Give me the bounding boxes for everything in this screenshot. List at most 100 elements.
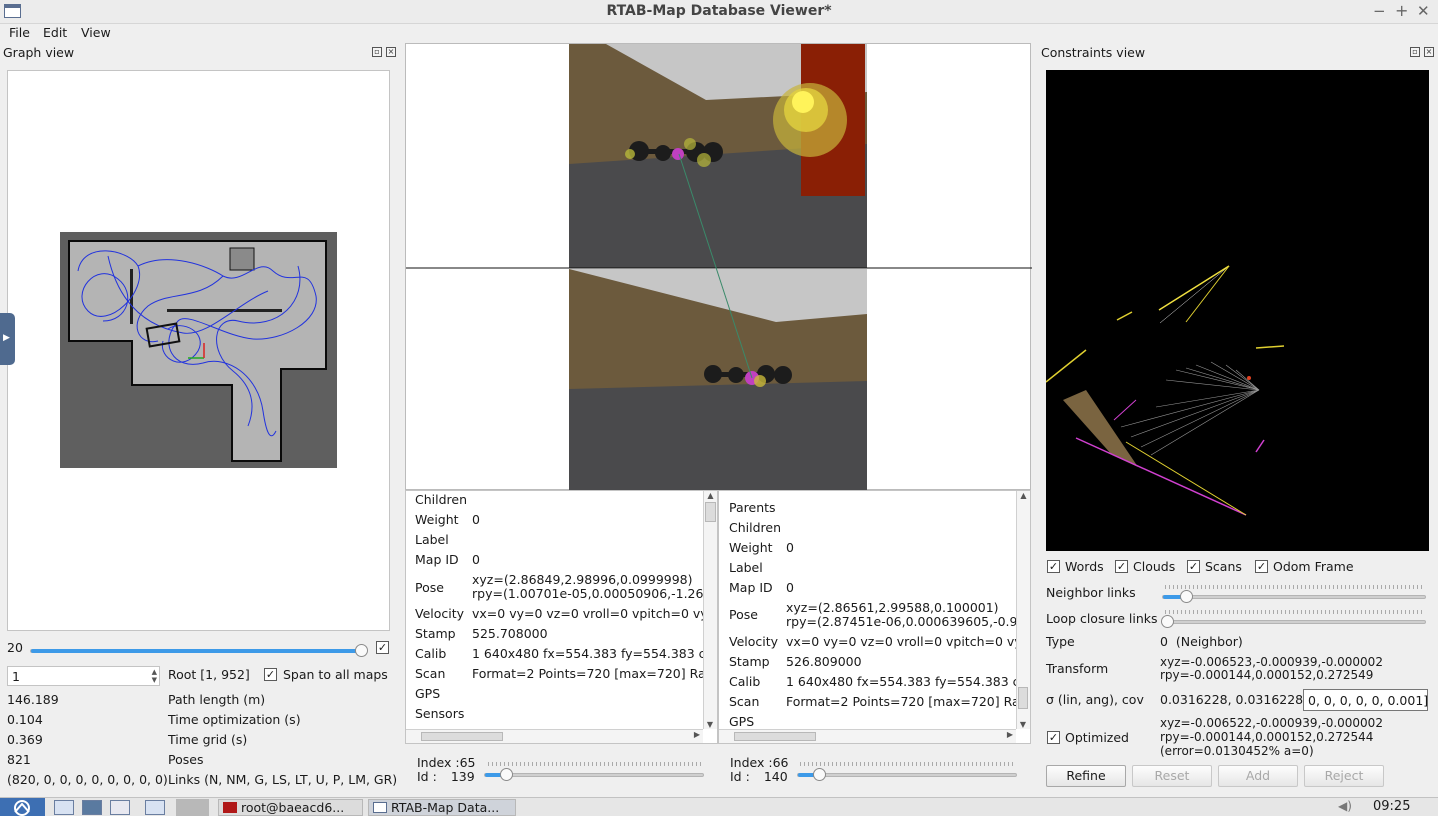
span-checkbox[interactable]: ✓ xyxy=(264,668,277,681)
index-label: Index : xyxy=(417,755,460,770)
graph-slider-handle[interactable] xyxy=(355,644,368,657)
maximize-icon[interactable]: + xyxy=(1395,1,1408,20)
terminal-launcher-icon[interactable] xyxy=(82,800,102,815)
type-label: Type xyxy=(1046,634,1075,649)
camera-images xyxy=(406,44,1032,491)
info-label: Pose xyxy=(729,607,758,622)
left-index-slider-handle[interactable] xyxy=(500,768,513,781)
index-value: 66 xyxy=(772,755,789,770)
info-value: 0 xyxy=(786,580,794,595)
graph-view-close-icon[interactable]: × xyxy=(386,47,396,57)
graph-slider-checkbox[interactable]: ✓ xyxy=(376,641,389,654)
right-id-label: Id : 140 xyxy=(730,769,788,784)
menu-file[interactable]: File xyxy=(9,25,30,40)
optimized-checkbox[interactable]: ✓ xyxy=(1047,731,1060,744)
reset-button[interactable]: Reset xyxy=(1132,765,1212,787)
stat-value: 0.104 xyxy=(7,712,43,727)
volume-icon[interactable]: ◀) xyxy=(1338,799,1352,813)
clock: 09:25 xyxy=(1373,799,1411,814)
left-info-vscroll[interactable]: ▲ ▼ xyxy=(703,491,717,729)
stat-label: Path length (m) xyxy=(168,692,266,707)
add-button[interactable]: Add xyxy=(1218,765,1298,787)
root-spinbox[interactable]: 1 ▲ ▼ xyxy=(7,666,160,686)
scans-checkbox[interactable]: ✓ xyxy=(1187,560,1200,573)
right-index-slider[interactable] xyxy=(797,768,1017,781)
loop-closure-links-slider[interactable] xyxy=(1161,615,1426,628)
start-menu-icon[interactable] xyxy=(0,798,45,816)
app-label: RTAB-Map Data... xyxy=(391,800,500,815)
info-value: 525.708000 xyxy=(472,626,548,641)
left-index-slider[interactable] xyxy=(484,768,704,781)
loop-closure-links-label: Loop closure links xyxy=(1046,611,1158,626)
workspace-icon[interactable] xyxy=(176,799,209,816)
scans-label: Scans xyxy=(1205,559,1242,574)
right-node-info[interactable]: Parents Children Weight 0 Label Map ID 0… xyxy=(718,490,1031,744)
constraints-close-icon[interactable]: × xyxy=(1424,47,1434,57)
info-label: Pose xyxy=(415,580,444,595)
span-label: Span to all maps xyxy=(283,667,388,682)
right-index-slider-handle[interactable] xyxy=(813,768,826,781)
loop-closure-links-handle[interactable] xyxy=(1161,615,1174,628)
stat-label: Poses xyxy=(168,752,204,767)
graph-view-canvas[interactable] xyxy=(7,70,390,631)
odom-frame-label: Odom Frame xyxy=(1273,559,1354,574)
info-label: Stamp xyxy=(729,654,770,669)
window-launcher-icon[interactable] xyxy=(110,800,130,815)
stat-label: Links (N, NM, G, LS, LT, U, P, LM, GR) xyxy=(168,772,398,787)
refine-button[interactable]: Refine xyxy=(1046,765,1126,787)
menu-edit[interactable]: Edit xyxy=(43,25,67,40)
reject-button[interactable]: Reject xyxy=(1304,765,1384,787)
spin-arrows-icon[interactable]: ▲ ▼ xyxy=(152,668,157,684)
constraints-3d-view[interactable] xyxy=(1046,70,1429,551)
taskbar: root@baeacd6... RTAB-Map Data... ◀) 09:2… xyxy=(0,797,1438,816)
info-value: vx=0 vy=0 vz=0 vroll=0 vpitch=0 vya xyxy=(786,634,1016,649)
file-manager-icon[interactable] xyxy=(54,800,74,815)
taskbar-app-button[interactable]: RTAB-Map Data... xyxy=(368,799,516,816)
left-id-label: Id : 139 xyxy=(417,769,475,784)
info-label: Weight xyxy=(729,540,773,555)
clouds-checkbox[interactable]: ✓ xyxy=(1115,560,1128,573)
neighbor-links-label: Neighbor links xyxy=(1046,585,1136,600)
info-value: rpy=(2.87451e-06,0.000639605,-0.98 xyxy=(786,614,1016,629)
info-value: 1 640x480 fx=554.383 fy=554.383 cx xyxy=(786,674,1016,689)
odom-frame-checkbox[interactable]: ✓ xyxy=(1255,560,1268,573)
dock-side-handle[interactable]: ▶ xyxy=(0,313,15,365)
neighbor-links-slider[interactable] xyxy=(1162,590,1426,603)
graph-view-title: Graph view xyxy=(3,45,75,60)
graph-view-float-icon[interactable]: ▫ xyxy=(372,47,382,57)
right-info-vscroll[interactable]: ▲ ▼ xyxy=(1016,491,1030,729)
ticks xyxy=(800,762,1016,766)
left-node-info[interactable]: Children Weight 0 Label Map ID 0 Pose xy… xyxy=(405,490,718,744)
left-info-hscroll[interactable]: ▶ xyxy=(406,729,703,743)
words-checkbox[interactable]: ✓ xyxy=(1047,560,1060,573)
right-index-label: Index :66 xyxy=(730,755,789,770)
close-icon[interactable]: ✕ xyxy=(1417,2,1430,20)
covariance-field[interactable]: 0, 0, 0, 0, 0, 0.001] xyxy=(1303,689,1428,711)
stat-value: 821 xyxy=(7,752,31,767)
right-info-hscroll[interactable]: ▶ xyxy=(719,729,1016,743)
constraints-view-title: Constraints view xyxy=(1041,45,1146,60)
stat-label: Time grid (s) xyxy=(168,732,248,747)
app-window-icon xyxy=(373,802,387,813)
window-title: RTAB-Map Database Viewer* xyxy=(606,3,832,19)
sigma-label: σ (lin, ang), cov xyxy=(1046,692,1144,707)
desktop-icon[interactable] xyxy=(145,800,165,815)
covariance-value: 0, 0, 0, 0, 0, 0.001] xyxy=(1308,693,1429,708)
info-label: GPS xyxy=(415,686,441,701)
info-label: Velocity xyxy=(729,634,779,649)
words-label: Words xyxy=(1065,559,1104,574)
point-cloud-render xyxy=(1046,265,1285,516)
menu-view[interactable]: View xyxy=(81,25,111,40)
graph-slider[interactable] xyxy=(30,644,368,657)
index-label: Index : xyxy=(730,755,773,770)
neighbor-links-handle[interactable] xyxy=(1180,590,1193,603)
minimize-icon[interactable]: − xyxy=(1373,2,1386,20)
optimized-rpy: rpy=-0.000144,0.000152,0.272544 xyxy=(1160,730,1374,744)
stat-value: 0.369 xyxy=(7,732,43,747)
constraints-float-icon[interactable]: ▫ xyxy=(1410,47,1420,57)
menu-bar: File Edit View xyxy=(0,24,1438,42)
title-bar: RTAB-Map Database Viewer* − + ✕ xyxy=(0,0,1438,24)
taskbar-terminal-button[interactable]: root@baeacd6... xyxy=(218,799,363,816)
info-label: Map ID xyxy=(729,580,773,595)
ticks xyxy=(1165,585,1423,589)
